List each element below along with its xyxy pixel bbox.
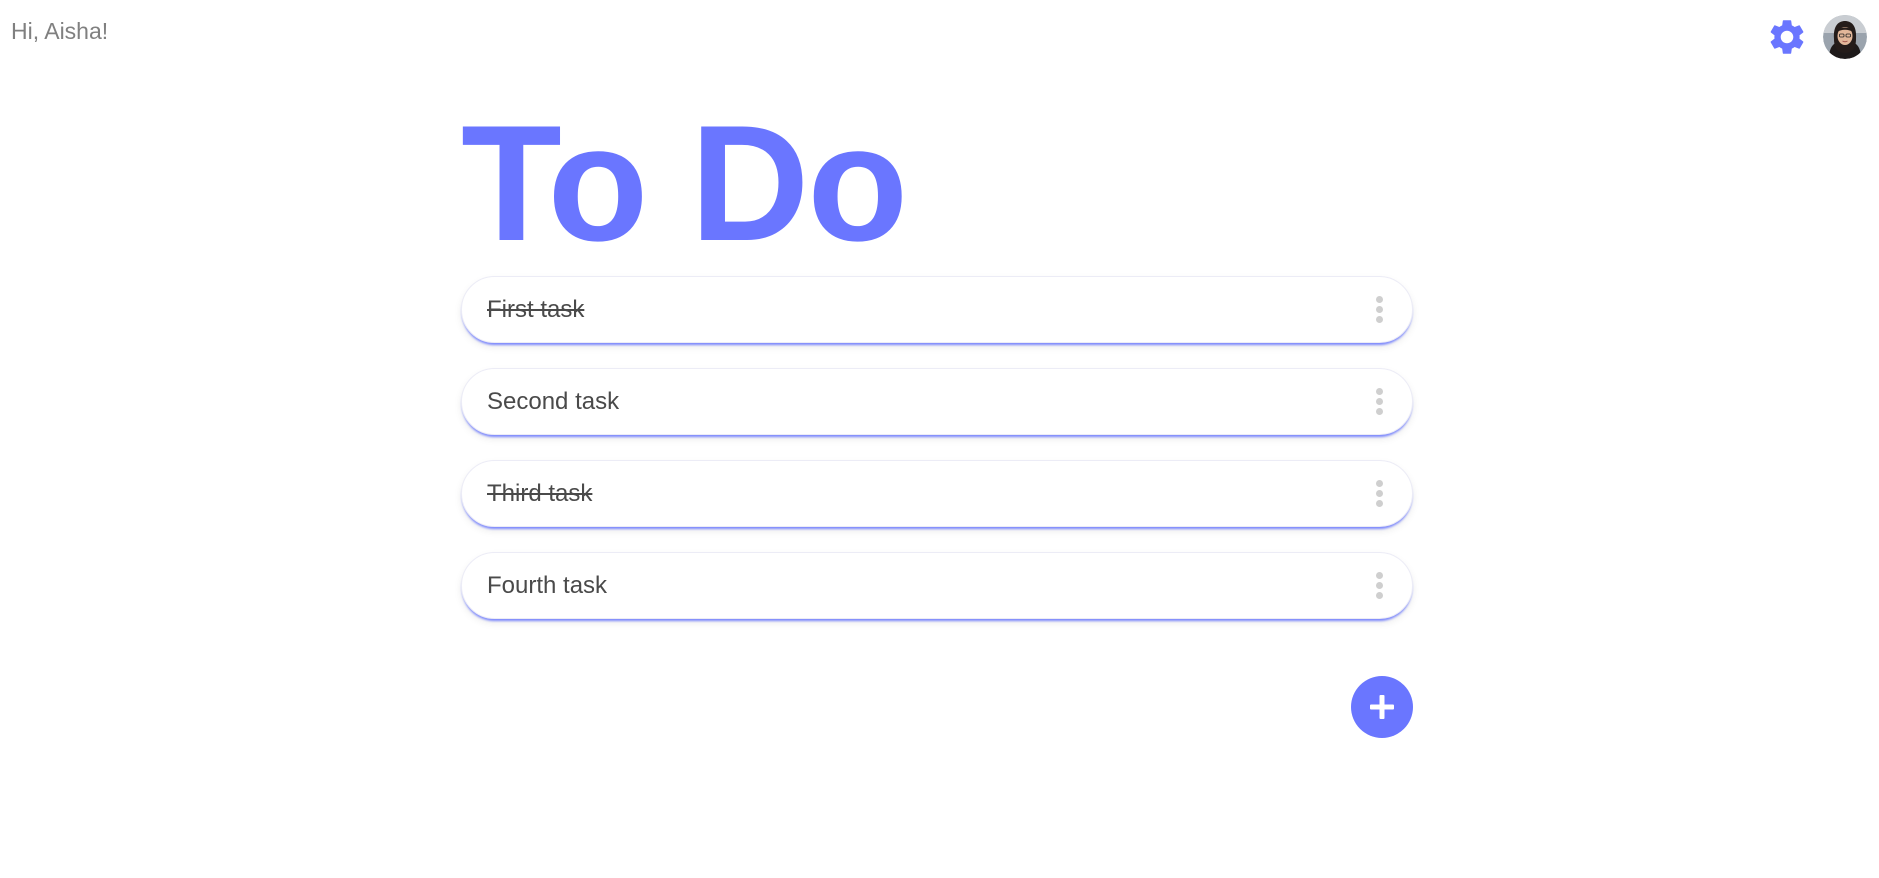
task-list: First task Second task Third task Fourth… (461, 276, 1413, 619)
page-title-text: To Do (461, 91, 908, 275)
top-actions (1765, 15, 1867, 59)
todo-container: To Do First task Second task Third task … (461, 101, 1413, 644)
task-label: Third task (487, 479, 593, 507)
gear-icon (1770, 20, 1804, 54)
page-title: To Do (461, 101, 1413, 266)
more-vertical-icon[interactable] (1364, 382, 1394, 422)
task-item[interactable]: First task (461, 276, 1413, 343)
plus-icon (1370, 695, 1394, 719)
avatar-icon (1823, 15, 1867, 59)
more-vertical-icon[interactable] (1364, 290, 1394, 330)
user-avatar[interactable] (1823, 15, 1867, 59)
settings-button[interactable] (1765, 15, 1809, 59)
task-label: Fourth task (487, 571, 608, 599)
task-label: Second task (487, 387, 620, 415)
todo-page: Hi, Aisha! To Do First task Second task … (0, 0, 1879, 878)
task-label: First task (487, 295, 585, 323)
more-vertical-icon[interactable] (1364, 474, 1394, 514)
task-item[interactable]: Fourth task (461, 552, 1413, 619)
task-item[interactable]: Second task (461, 368, 1413, 435)
greeting-text: Hi, Aisha! (11, 18, 109, 44)
add-task-button[interactable] (1351, 676, 1413, 738)
more-vertical-icon[interactable] (1364, 566, 1394, 606)
task-item[interactable]: Third task (461, 460, 1413, 527)
